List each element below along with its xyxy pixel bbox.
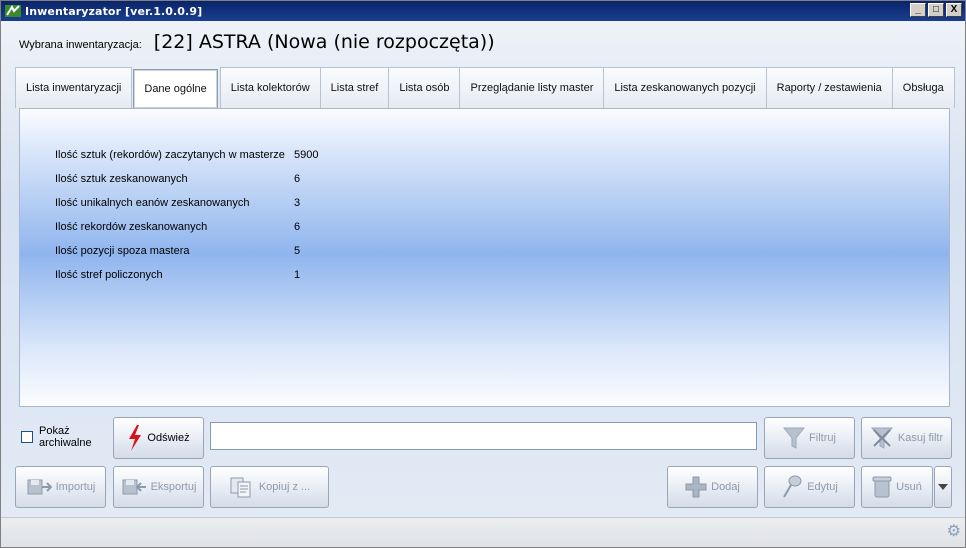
stat-row: Ilość sztuk zeskanowanych 6 [55, 167, 318, 191]
copy-from-label: Kopiuj z ... [258, 481, 311, 493]
show-archived-toggle[interactable]: Pokaż archiwalne [21, 425, 99, 449]
show-archived-checkbox[interactable] [21, 431, 33, 443]
pen-icon [781, 475, 803, 499]
tab-inventory-list[interactable]: Lista inwentaryzacji [15, 67, 133, 108]
export-button[interactable]: Eksportuj [113, 466, 204, 508]
tab-maintenance[interactable]: Obsługa [891, 67, 955, 108]
chevron-down-icon [938, 484, 948, 490]
stat-label: Ilość sztuk (rekordów) zaczytanych w mas… [55, 149, 285, 161]
stat-label: Ilość sztuk zeskanowanych [55, 173, 188, 185]
selected-inventory-value: [22] ASTRA (Nowa (nie rozpoczęta)) [153, 31, 495, 53]
export-label: Eksportuj [150, 481, 197, 493]
tab-strip: Lista inwentaryzacji Dane ogólne Lista k… [15, 67, 955, 108]
import-label: Importuj [55, 481, 96, 493]
maximize-button[interactable]: □ [928, 3, 944, 17]
filter-label: Filtruj [809, 432, 836, 444]
stat-label: Ilość unikalnych eanów zeskanowanych [55, 197, 250, 209]
general-data-panel: Ilość sztuk (rekordów) zaczytanych w mas… [19, 108, 950, 407]
delete-button[interactable]: Usuń [861, 466, 933, 508]
stat-row: Ilość rekordów zeskanowanych 6 [55, 215, 318, 239]
delete-label: Usuń [896, 481, 922, 493]
clear-filter-label: Kasuj filtr [897, 432, 944, 444]
main-window: Inwentaryzator [ver.1.0.0.9] _ □ X Wybra… [0, 0, 966, 548]
tab-reports[interactable]: Raporty / zestawienia [765, 67, 893, 108]
clear-filter-icon [870, 426, 894, 450]
stat-value: 1 [294, 269, 301, 281]
stat-value: 6 [294, 221, 301, 233]
add-button[interactable]: Dodaj [667, 466, 758, 508]
copy-icon [229, 476, 255, 498]
lightning-icon [127, 425, 143, 451]
minimize-button[interactable]: _ [910, 3, 926, 17]
add-label: Dodaj [711, 481, 740, 493]
gear-icon[interactable]: ⚙ [947, 521, 961, 541]
close-button[interactable]: X [946, 3, 962, 17]
stat-label: Ilość rekordów zeskanowanych [55, 221, 208, 233]
window-title: Inwentaryzator [ver.1.0.0.9] [25, 4, 203, 18]
title-bar[interactable]: Inwentaryzator [ver.1.0.0.9] _ □ X [1, 1, 965, 21]
show-archived-label: Pokaż archiwalne [39, 425, 92, 449]
stat-value: 6 [294, 173, 301, 185]
import-button[interactable]: Importuj [15, 466, 106, 508]
refresh-label: Odśwież [147, 432, 190, 444]
stat-value: 5900 [294, 149, 319, 161]
tab-collectors[interactable]: Lista kolektorów [219, 67, 321, 108]
copy-from-button[interactable]: Kopiuj z ... [210, 466, 329, 508]
stat-value: 5 [294, 245, 301, 257]
floppy-export-icon [121, 476, 147, 498]
clear-filter-button[interactable]: Kasuj filtr [861, 417, 952, 459]
status-bar: ⚙ [1, 517, 965, 547]
tab-people[interactable]: Lista osób [388, 67, 461, 108]
stat-row: Ilość unikalnych eanów zeskanowanych 3 [55, 191, 318, 215]
trash-icon [872, 475, 892, 499]
filter-button[interactable]: Filtruj [764, 417, 855, 459]
selected-inventory-header: Wybrana inwentaryzacja: [22] ASTRA (Nowa… [19, 31, 495, 53]
stat-row: Ilość sztuk (rekordów) zaczytanych w mas… [55, 143, 318, 167]
tab-scanned-items[interactable]: Lista zeskanowanych pozycji [603, 67, 767, 108]
delete-dropdown-button[interactable] [934, 466, 952, 508]
filter-input[interactable] [210, 422, 757, 450]
funnel-icon [783, 426, 806, 450]
tab-general-data[interactable]: Dane ogólne [133, 69, 218, 108]
tab-master-list[interactable]: Przeglądanie listy master [459, 67, 605, 108]
stat-row: Ilość pozycji spoza mastera 5 [55, 239, 318, 263]
edit-label: Edytuj [807, 481, 838, 493]
stat-label: Ilość stref policzonych [55, 269, 163, 281]
selected-inventory-label: Wybrana inwentaryzacja: [19, 39, 142, 51]
refresh-button[interactable]: Odśwież [113, 417, 204, 459]
floppy-import-icon [26, 476, 52, 498]
stat-label: Ilość pozycji spoza mastera [55, 245, 190, 257]
stat-row: Ilość stref policzonych 1 [55, 263, 318, 287]
stat-value: 3 [294, 197, 301, 209]
edit-button[interactable]: Edytuj [764, 466, 855, 508]
app-logo-icon [5, 4, 21, 17]
plus-icon [685, 476, 707, 498]
tab-zones[interactable]: Lista stref [319, 67, 390, 108]
stats-list: Ilość sztuk (rekordów) zaczytanych w mas… [55, 143, 318, 287]
